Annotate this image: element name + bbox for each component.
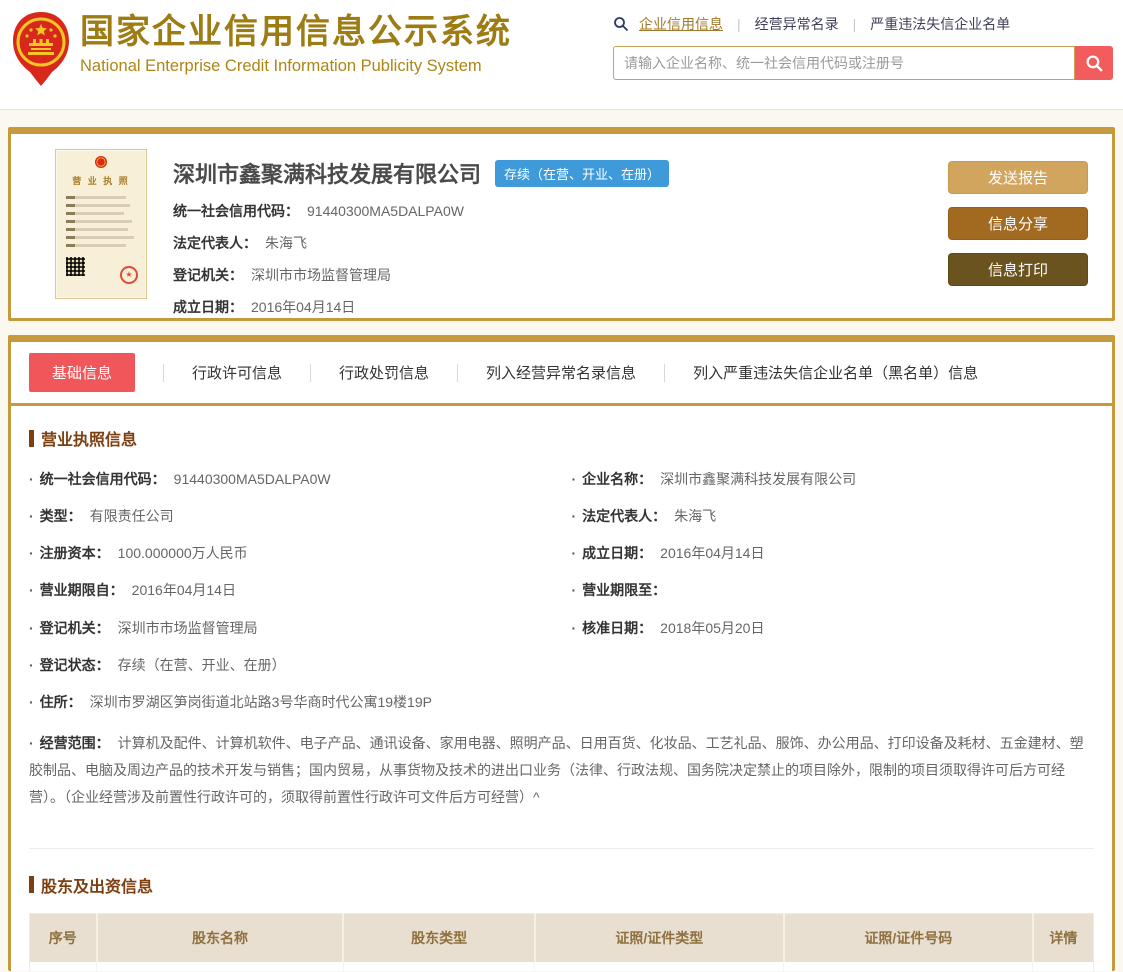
tab-divider bbox=[310, 363, 312, 382]
license-title: 营 业 执 照 bbox=[72, 176, 130, 186]
search-input[interactable] bbox=[613, 46, 1075, 80]
tab-divider bbox=[664, 363, 666, 382]
license-text-line bbox=[66, 204, 130, 207]
col-header-cert-type: 证照/证件类型 bbox=[534, 913, 785, 962]
cell-cert-number: 非公示项 bbox=[783, 961, 1034, 971]
license-fields-grid: 统一社会信用代码：91440300MA5DALPA0W 企业名称：深圳市鑫聚满科… bbox=[29, 460, 1094, 820]
tab-blacklist[interactable]: 列入严重违法失信企业名单（黑名单）信息 bbox=[693, 353, 978, 392]
top-nav: 企业信用信息 | 经营异常名录 | 严重违法失信企业名单 bbox=[613, 12, 1113, 36]
company-summary-card: 营 业 执 照 深圳市鑫聚满科技发展有限公司 存续（在营、开业、在册） 统一社会… bbox=[8, 127, 1115, 321]
main-content: 营业执照信息 统一社会信用代码：91440300MA5DALPA0W 企业名称：… bbox=[11, 406, 1112, 971]
field-registered-capital: 注册资本：100.000000万人民币 bbox=[29, 535, 552, 572]
shareholder-table: 序号 股东名称 股东类型 证照/证件类型 证照/证件号码 详情 1 深圳市中康创… bbox=[29, 912, 1094, 971]
tabs-row: 基础信息 行政许可信息 行政处罚信息 列入经营异常名录信息 列入严重违法失信企业… bbox=[11, 342, 1112, 406]
nav-link-serious-violations[interactable]: 严重违法失信企业名单 bbox=[870, 14, 1010, 34]
header-right: 企业信用信息 | 经营异常名录 | 严重违法失信企业名单 bbox=[613, 8, 1113, 80]
tab-administrative-penalty[interactable]: 行政处罚信息 bbox=[339, 353, 429, 392]
field-legal-representative: 法定代表人：朱海飞 bbox=[572, 497, 1095, 534]
tab-abnormal-operations-list[interactable]: 列入经营异常名录信息 bbox=[486, 353, 636, 392]
field-legal-representative: 法定代表人：朱海飞 bbox=[173, 235, 307, 251]
field-approval-date: 核准日期：2018年05月20日 bbox=[572, 609, 1095, 646]
field-establishment-date: 成立日期：2016年04月14日 bbox=[572, 535, 1095, 572]
search-row bbox=[613, 46, 1113, 80]
company-name: 深圳市鑫聚满科技发展有限公司 bbox=[173, 162, 482, 187]
site-header: 国家企业信用信息公示系统 National Enterprise Credit … bbox=[0, 0, 1123, 110]
section-title-bar bbox=[29, 429, 34, 447]
field-business-scope: 经营范围：计算机及配件、计算机软件、电子产品、通讯设备、家用电器、照明产品、日用… bbox=[29, 721, 1094, 820]
col-header-detail: 详情 bbox=[1032, 913, 1094, 962]
logo-wrap: 国家企业信用信息公示系统 National Enterprise Credit … bbox=[10, 8, 512, 88]
field-company-name: 企业名称：深圳市鑫聚满科技发展有限公司 bbox=[572, 460, 1095, 497]
send-report-button[interactable]: 发送报告 bbox=[948, 161, 1088, 194]
col-header-shareholder-name: 股东名称 bbox=[96, 913, 345, 962]
col-header-index: 序号 bbox=[29, 913, 98, 962]
field-term-to: 营业期限至： bbox=[572, 572, 1095, 609]
nav-link-abnormal-operations[interactable]: 经营异常名录 bbox=[755, 14, 839, 34]
nav-divider: | bbox=[852, 16, 857, 32]
cell-detail bbox=[1032, 961, 1094, 971]
cell-cert-type: 非公示项 bbox=[534, 961, 785, 971]
col-header-shareholder-type: 股东类型 bbox=[343, 913, 536, 962]
field-credit-code: 统一社会信用代码：91440300MA5DALPA0W bbox=[29, 460, 552, 497]
field-credit-code: 统一社会信用代码：91440300MA5DALPA0W bbox=[173, 203, 464, 219]
title-block: 国家企业信用信息公示系统 National Enterprise Credit … bbox=[80, 8, 512, 76]
tab-basic-info[interactable]: 基础信息 bbox=[29, 353, 136, 392]
print-info-button[interactable]: 信息打印 bbox=[948, 253, 1088, 286]
site-subtitle: National Enterprise Credit Information P… bbox=[80, 57, 482, 76]
col-header-cert-number: 证照/证件号码 bbox=[783, 913, 1034, 962]
search-button-icon bbox=[1085, 54, 1103, 72]
field-registration-authority: 登记机关：深圳市市场监督管理局 bbox=[29, 609, 552, 646]
shareholder-section-title: 股东及出资信息 bbox=[29, 873, 1094, 897]
license-text-line bbox=[66, 220, 132, 223]
field-company-type: 类型：有限责任公司 bbox=[29, 497, 552, 534]
nav-link-enterprise-credit[interactable]: 企业信用信息 bbox=[639, 14, 723, 34]
company-info: 深圳市鑫聚满科技发展有限公司 存续（在营、开业、在册） 统一社会信用代码： 914… bbox=[147, 149, 948, 315]
status-badge: 存续（在营、开业、在册） bbox=[495, 159, 670, 187]
card-buttons: 发送报告 信息分享 信息打印 bbox=[948, 149, 1090, 308]
search-button[interactable] bbox=[1075, 46, 1113, 80]
business-license-thumbnail[interactable]: 营 业 执 照 bbox=[55, 149, 147, 299]
license-text-line bbox=[66, 228, 128, 231]
site-title: 国家企业信用信息公示系统 bbox=[80, 13, 512, 51]
cell-shareholder-name: 深圳市中康创展科技有限公司 bbox=[96, 961, 344, 971]
field-registration-authority: 登记机关：深圳市市场监督管理局 bbox=[173, 267, 391, 283]
tab-divider bbox=[163, 363, 165, 382]
field-registration-status: 登记状态：存续（在营、开业、在册） bbox=[29, 646, 552, 683]
table-header-row: 序号 股东名称 股东类型 证照/证件类型 证照/证件号码 详情 bbox=[29, 913, 1094, 962]
license-text-line bbox=[66, 244, 126, 247]
section-title-bar bbox=[29, 876, 34, 894]
license-text-line bbox=[66, 212, 124, 215]
search-icon bbox=[614, 17, 629, 32]
shareholder-section: 股东及出资信息 序号 股东名称 股东类型 证照/证件类型 证照/证件号码 详情 … bbox=[29, 873, 1094, 971]
share-info-button[interactable]: 信息分享 bbox=[948, 207, 1088, 240]
license-section-title: 营业执照信息 bbox=[29, 426, 1094, 450]
nav-divider: | bbox=[737, 16, 741, 32]
license-emblem-icon bbox=[95, 156, 107, 168]
field-term-from: 营业期限自：2016年04月14日 bbox=[29, 572, 552, 609]
cell-shareholder-type: 企业法人 bbox=[343, 961, 536, 971]
field-establishment-date: 成立日期：2016年04月14日 bbox=[173, 299, 356, 315]
license-text-line bbox=[66, 196, 126, 199]
license-qr-code bbox=[66, 257, 85, 276]
license-text-line bbox=[66, 236, 134, 239]
national-emblem-logo bbox=[13, 12, 69, 86]
license-red-seal bbox=[120, 266, 138, 284]
cell-index: 1 bbox=[29, 961, 98, 971]
field-address: 住所：深圳市罗湖区笋岗街道北站路3号华商时代公寓19楼19P bbox=[29, 684, 1094, 721]
table-row: 1 深圳市中康创展科技有限公司 企业法人 非公示项 非公示项 bbox=[29, 961, 1094, 971]
main-detail-card: 基础信息 行政许可信息 行政处罚信息 列入经营异常名录信息 列入严重违法失信企业… bbox=[8, 335, 1115, 971]
section-separator bbox=[29, 847, 1094, 849]
tab-administrative-license[interactable]: 行政许可信息 bbox=[192, 353, 282, 392]
tab-divider bbox=[457, 363, 459, 382]
